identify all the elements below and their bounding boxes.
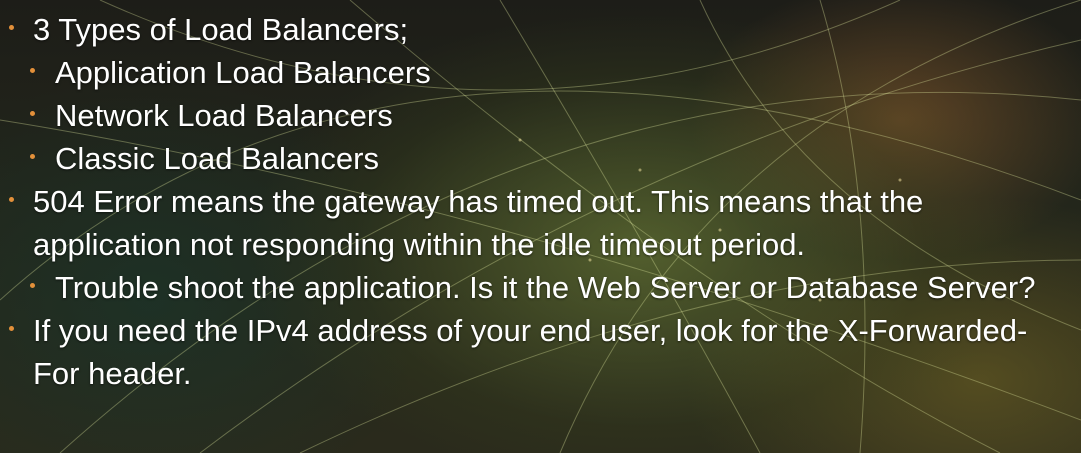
bullet-dot-icon (30, 154, 35, 159)
sub-bullet-item: Application Load Balancers (0, 51, 1075, 94)
bullet-list: 3 Types of Load Balancers; Application L… (0, 8, 1081, 395)
bullet-dot-icon (9, 25, 14, 30)
bullet-text: 504 Error means the gateway has timed ou… (33, 184, 924, 262)
bullet-item: If you need the IPv4 address of your end… (0, 309, 1043, 395)
bullet-dot-icon (9, 326, 14, 331)
bullet-item: 504 Error means the gateway has timed ou… (0, 180, 1043, 266)
bullet-dot-icon (30, 68, 35, 73)
bullet-text: Trouble shoot the application. Is it the… (55, 270, 1036, 305)
sub-bullet-item: Network Load Balancers (0, 94, 1075, 137)
bullet-dot-icon (30, 111, 35, 116)
sub-bullet-item: Classic Load Balancers (0, 137, 1075, 180)
bullet-item: 3 Types of Load Balancers; (0, 8, 1043, 51)
slide: 3 Types of Load Balancers; Application L… (0, 0, 1081, 453)
bullet-dot-icon (9, 197, 14, 202)
bullet-dot-icon (30, 283, 35, 288)
sub-bullet-item: Trouble shoot the application. Is it the… (0, 266, 1075, 309)
bullet-text: Network Load Balancers (55, 98, 393, 133)
bullet-text: Application Load Balancers (55, 55, 431, 90)
bullet-text: 3 Types of Load Balancers; (33, 12, 409, 47)
bullet-text: If you need the IPv4 address of your end… (33, 313, 1028, 391)
bullet-text: Classic Load Balancers (55, 141, 379, 176)
